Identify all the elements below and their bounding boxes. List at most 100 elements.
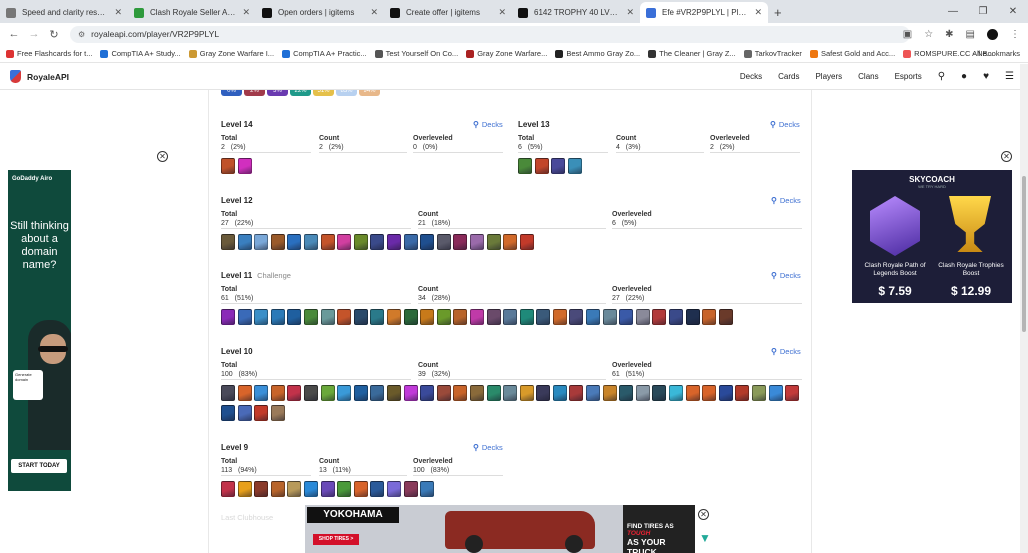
decks-link[interactable]: ⚲ Decks (771, 196, 801, 205)
card-icon[interactable] (586, 385, 601, 401)
card-icon[interactable] (552, 309, 567, 325)
card-icon[interactable] (718, 385, 733, 401)
card-icon[interactable] (320, 385, 335, 401)
card-icon[interactable] (718, 309, 733, 325)
browser-tab[interactable]: 6142 TROPHY 40 LVL KT 13 11* ✕ (512, 2, 640, 23)
card-icon[interactable] (370, 309, 385, 325)
card-icon[interactable] (221, 405, 235, 421)
tab-close-icon[interactable]: ✕ (114, 7, 122, 18)
close-window-icon[interactable]: ✕ (998, 6, 1028, 17)
card-icon[interactable] (685, 385, 700, 401)
forward-icon[interactable]: → (24, 28, 44, 40)
browser-tab[interactable]: Open orders | igitems ✕ (256, 2, 384, 23)
menu-esports[interactable]: Esports (895, 72, 922, 81)
bookmark-item[interactable]: CompTIA A+ Practic... (282, 49, 367, 58)
card-icon[interactable] (337, 234, 352, 250)
card-icon[interactable] (221, 481, 235, 497)
card-icon[interactable] (370, 481, 385, 497)
bookmark-item[interactable]: Free Flashcards for t... (6, 49, 92, 58)
heart-icon[interactable]: ♥ (983, 71, 989, 82)
card-icon[interactable] (702, 309, 717, 325)
card-icon[interactable] (254, 234, 269, 250)
side-panel-icon[interactable]: ▤ (966, 29, 975, 40)
card-icon[interactable] (420, 309, 435, 325)
card-icon[interactable] (519, 309, 534, 325)
browser-tab[interactable]: Speed and clarity response ✕ (0, 2, 128, 23)
browser-tab[interactable]: Clash Royale Seller Accounts - ✕ (128, 2, 256, 23)
bookmark-item[interactable]: Gray Zone Warfare I... (188, 49, 274, 58)
card-icon[interactable] (221, 385, 235, 401)
ad-cta-button[interactable]: START TODAY (11, 459, 67, 473)
card-icon[interactable] (503, 234, 518, 250)
close-ad-icon[interactable]: ✕ (698, 509, 709, 520)
card-icon[interactable] (287, 385, 302, 401)
browser-tab[interactable]: Efe #VR2P9PLYL | Player Profile ✕ (640, 2, 768, 23)
card-icon[interactable] (453, 309, 468, 325)
card-icon[interactable] (254, 481, 269, 497)
card-icon[interactable] (453, 234, 468, 250)
card-icon[interactable] (237, 385, 252, 401)
browser-menu-icon[interactable]: ⋮ (1010, 29, 1020, 40)
decks-link[interactable]: ⚲ Decks (770, 120, 800, 129)
card-icon[interactable] (254, 385, 269, 401)
card-icon[interactable] (702, 385, 717, 401)
card-icon[interactable] (567, 158, 582, 174)
all-bookmarks[interactable]: All Bookmarks (972, 49, 1020, 58)
bookmark-item[interactable]: CompTIA A+ Study... (100, 49, 181, 58)
minimize-icon[interactable]: — (938, 6, 968, 17)
card-icon[interactable] (420, 234, 435, 250)
tab-close-icon[interactable]: ✕ (370, 7, 378, 18)
card-icon[interactable] (768, 385, 783, 401)
card-icon[interactable] (270, 405, 285, 421)
card-icon[interactable] (685, 309, 700, 325)
card-icon[interactable] (503, 309, 518, 325)
card-icon[interactable] (569, 309, 584, 325)
decks-link[interactable]: ⚲ Decks (473, 120, 503, 129)
card-icon[interactable] (386, 309, 401, 325)
card-icon[interactable] (254, 405, 269, 421)
card-icon[interactable] (436, 234, 451, 250)
new-tab-icon[interactable]: + (774, 2, 782, 23)
card-icon[interactable] (602, 309, 617, 325)
install-icon[interactable]: ▣ (903, 29, 912, 40)
card-icon[interactable] (303, 385, 318, 401)
back-icon[interactable]: ← (4, 28, 24, 40)
card-icon[interactable] (436, 309, 451, 325)
card-icon[interactable] (669, 385, 684, 401)
reload-icon[interactable]: ↻ (44, 28, 64, 41)
card-icon[interactable] (752, 385, 766, 401)
card-icon[interactable] (436, 385, 451, 401)
close-ad-icon[interactable]: ✕ (157, 151, 168, 162)
card-icon[interactable] (237, 158, 252, 174)
card-icon[interactable] (619, 385, 634, 401)
user-icon[interactable]: ● (961, 71, 967, 82)
card-icon[interactable] (386, 234, 401, 250)
card-icon[interactable] (386, 385, 401, 401)
card-icon[interactable] (469, 234, 484, 250)
tab-close-icon[interactable]: ✕ (242, 7, 250, 18)
tab-close-icon[interactable]: ✕ (626, 7, 634, 18)
card-icon[interactable] (652, 385, 667, 401)
card-icon[interactable] (486, 309, 501, 325)
menu-cards[interactable]: Cards (778, 72, 799, 81)
card-icon[interactable] (353, 309, 368, 325)
card-icon[interactable] (652, 309, 667, 325)
card-icon[interactable] (303, 309, 318, 325)
card-icon[interactable] (486, 385, 501, 401)
site-info-icon[interactable]: ⚙ (78, 30, 85, 39)
decks-link[interactable]: ⚲ Decks (771, 347, 801, 356)
card-icon[interactable] (353, 385, 368, 401)
ad-choices-icon[interactable]: ▼ (699, 531, 711, 545)
card-icon[interactable] (602, 385, 617, 401)
bookmark-item[interactable]: Test Yourself On Co... (374, 49, 458, 58)
bookmark-item[interactable]: Safest Gold and Acc... (809, 49, 895, 58)
card-icon[interactable] (254, 309, 269, 325)
left-ad[interactable]: GoDaddy Airo Still thinking about a doma… (8, 170, 71, 491)
card-icon[interactable] (320, 234, 335, 250)
card-icon[interactable] (287, 309, 302, 325)
card-icon[interactable] (519, 234, 534, 250)
card-icon[interactable] (237, 405, 252, 421)
right-ad[interactable]: SKYCOACH WE TRY HARD Clash Royale Path of… (852, 170, 1012, 303)
page-scrollbar[interactable] (1020, 64, 1028, 553)
decks-link[interactable]: ⚲ Decks (473, 443, 503, 452)
